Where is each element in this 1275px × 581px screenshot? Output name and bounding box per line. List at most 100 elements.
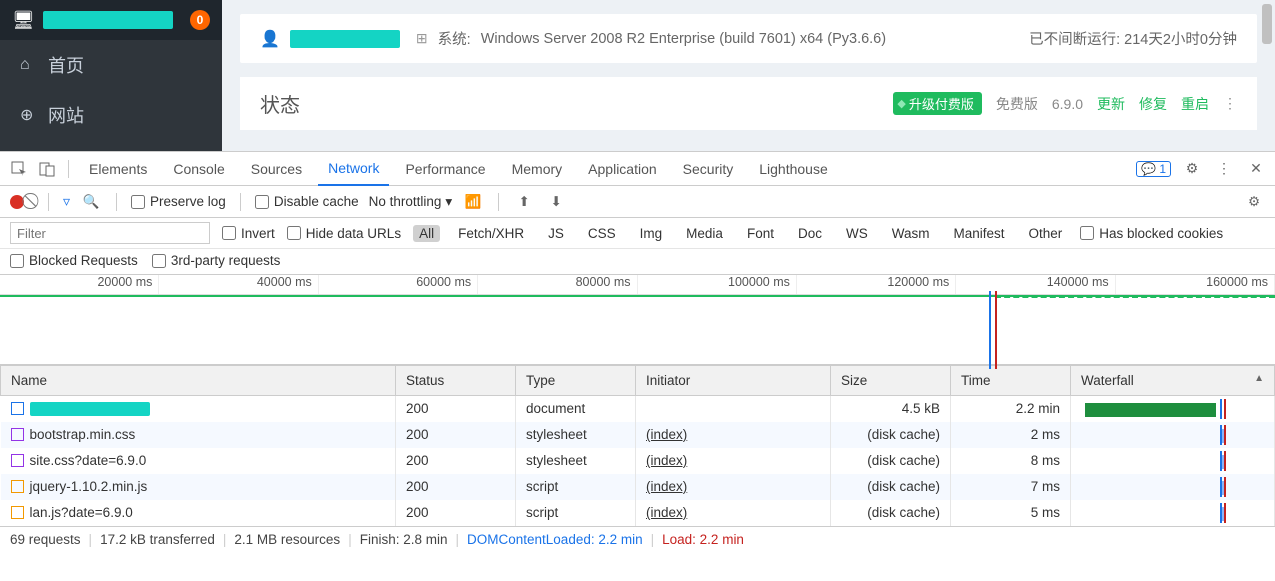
col-size[interactable]: Size: [831, 366, 951, 396]
more-icon[interactable]: ⋮: [1213, 158, 1235, 180]
col-waterfall[interactable]: Waterfall▲: [1071, 366, 1275, 396]
waterfall-cell: [1081, 399, 1264, 419]
tab-console[interactable]: Console: [163, 152, 234, 186]
version-number: 6.9.0: [1052, 96, 1083, 112]
type-img[interactable]: Img: [634, 225, 669, 242]
messages-pill[interactable]: 💬 1: [1136, 161, 1171, 177]
footer-finish: Finish: 2.8 min: [360, 532, 448, 547]
col-initiator[interactable]: Initiator: [636, 366, 831, 396]
record-button[interactable]: [10, 195, 24, 209]
timeline-tick: 120000 ms: [797, 275, 956, 294]
initiator-link[interactable]: (index): [646, 453, 687, 468]
css-file-icon: [11, 428, 24, 441]
notification-badge[interactable]: 0: [190, 10, 210, 30]
type-wasm[interactable]: Wasm: [886, 225, 936, 242]
status-title: 状态: [260, 89, 300, 118]
device-toggle-icon[interactable]: [36, 158, 58, 180]
search-icon[interactable]: 🔍: [80, 191, 102, 213]
css-file-icon: [11, 454, 24, 467]
initiator-link[interactable]: (index): [646, 479, 687, 494]
system-label: 系统:: [438, 28, 471, 49]
cell-type: script: [516, 474, 636, 500]
timeline-overview[interactable]: 20000 ms 40000 ms 60000 ms 80000 ms 1000…: [0, 275, 1275, 365]
type-other[interactable]: Other: [1023, 225, 1069, 242]
invert-checkbox[interactable]: Invert: [222, 226, 275, 241]
gear-icon[interactable]: ⚙: [1181, 158, 1203, 180]
type-js[interactable]: JS: [542, 225, 570, 242]
table-row[interactable]: jquery-1.10.2.min.js200script(index)(dis…: [1, 474, 1275, 500]
hide-data-urls-checkbox[interactable]: Hide data URLs: [287, 226, 401, 241]
menu-dots-icon[interactable]: ⋮: [1223, 95, 1237, 112]
blocked-cookies-checkbox[interactable]: Has blocked cookies: [1080, 226, 1223, 241]
table-row[interactable]: site.css?date=6.9.0200stylesheet(index)(…: [1, 448, 1275, 474]
type-fetch-xhr[interactable]: Fetch/XHR: [452, 225, 530, 242]
username-redacted: [290, 30, 400, 48]
sidebar-item-home[interactable]: ⌂ 首页: [0, 40, 222, 90]
system-info-bar: 👤 ⊞ 系统: Windows Server 2008 R2 Enterpris…: [240, 14, 1257, 63]
table-row[interactable]: 200document4.5 kB2.2 min: [1, 396, 1275, 422]
scrollbar-thumb[interactable]: [1262, 4, 1272, 44]
initiator-link[interactable]: (index): [646, 427, 687, 442]
throttling-select[interactable]: No throttling ▾: [369, 194, 453, 210]
uptime-text: 已不间断运行: 214天2小时0分钟: [1029, 28, 1237, 49]
tab-application[interactable]: Application: [578, 152, 667, 186]
table-row[interactable]: lan.js?date=6.9.0200script(index)(disk c…: [1, 500, 1275, 526]
server-name-redacted: [43, 11, 173, 29]
table-row[interactable]: bootstrap.min.css200stylesheet(index)(di…: [1, 422, 1275, 448]
third-party-checkbox[interactable]: 3rd-party requests: [152, 253, 281, 268]
cell-type: stylesheet: [516, 422, 636, 448]
col-name[interactable]: Name: [1, 366, 396, 396]
network-settings-icon[interactable]: ⚙: [1243, 191, 1265, 213]
tab-lighthouse[interactable]: Lighthouse: [749, 152, 838, 186]
footer-transferred: 17.2 kB transferred: [100, 532, 215, 547]
repair-link[interactable]: 修复: [1139, 94, 1167, 114]
windows-icon: ⊞: [416, 30, 428, 47]
status-panel: 状态 升级付费版 免费版 6.9.0 更新 修复 重启 ⋮: [240, 77, 1257, 130]
request-name: site.css?date=6.9.0: [30, 453, 147, 468]
cell-size: (disk cache): [831, 500, 951, 526]
inspect-icon[interactable]: [8, 158, 30, 180]
close-icon[interactable]: ✕: [1245, 158, 1267, 180]
filter-input[interactable]: [10, 222, 210, 244]
type-all[interactable]: All: [413, 225, 440, 242]
devtools-tabbar: Elements Console Sources Network Perform…: [0, 152, 1275, 186]
disable-cache-checkbox[interactable]: Disable cache: [255, 194, 359, 209]
sidebar-item-sites[interactable]: ⊕ 网站: [0, 90, 222, 140]
restart-link[interactable]: 重启: [1181, 94, 1209, 114]
tab-performance[interactable]: Performance: [395, 152, 495, 186]
footer-requests: 69 requests: [10, 532, 81, 547]
main-panel: 👤 ⊞ 系统: Windows Server 2008 R2 Enterpris…: [222, 0, 1275, 151]
download-icon[interactable]: ⬇: [545, 191, 567, 213]
timeline-tick: 80000 ms: [478, 275, 637, 294]
blocked-requests-checkbox[interactable]: Blocked Requests: [10, 253, 138, 268]
preserve-log-checkbox[interactable]: Preserve log: [131, 194, 226, 209]
tab-sources[interactable]: Sources: [241, 152, 312, 186]
upgrade-badge[interactable]: 升级付费版: [893, 92, 981, 115]
tab-network[interactable]: Network: [318, 152, 389, 186]
waterfall-cell: [1081, 451, 1264, 471]
free-edition-label: 免费版: [996, 94, 1038, 114]
monitor-icon: 🖥: [12, 10, 35, 31]
type-font[interactable]: Font: [741, 225, 780, 242]
type-manifest[interactable]: Manifest: [947, 225, 1010, 242]
tab-security[interactable]: Security: [673, 152, 744, 186]
upload-icon[interactable]: ⬆: [513, 191, 535, 213]
type-media[interactable]: Media: [680, 225, 729, 242]
message-icon: 💬: [1141, 162, 1156, 176]
cell-time: 8 ms: [951, 448, 1071, 474]
update-link[interactable]: 更新: [1097, 94, 1125, 114]
type-ws[interactable]: WS: [840, 225, 874, 242]
filter-icon[interactable]: ▿: [63, 193, 70, 210]
type-doc[interactable]: Doc: [792, 225, 828, 242]
initiator-link[interactable]: (index): [646, 505, 687, 520]
col-type[interactable]: Type: [516, 366, 636, 396]
col-status[interactable]: Status: [396, 366, 516, 396]
tab-elements[interactable]: Elements: [79, 152, 157, 186]
type-css[interactable]: CSS: [582, 225, 622, 242]
js-file-icon: [11, 480, 24, 493]
wifi-icon[interactable]: 📶: [462, 191, 484, 213]
sidebar: 🖥 0 ⌂ 首页 ⊕ 网站: [0, 0, 222, 151]
footer-load: Load: 2.2 min: [662, 532, 744, 547]
col-time[interactable]: Time: [951, 366, 1071, 396]
tab-memory[interactable]: Memory: [502, 152, 573, 186]
